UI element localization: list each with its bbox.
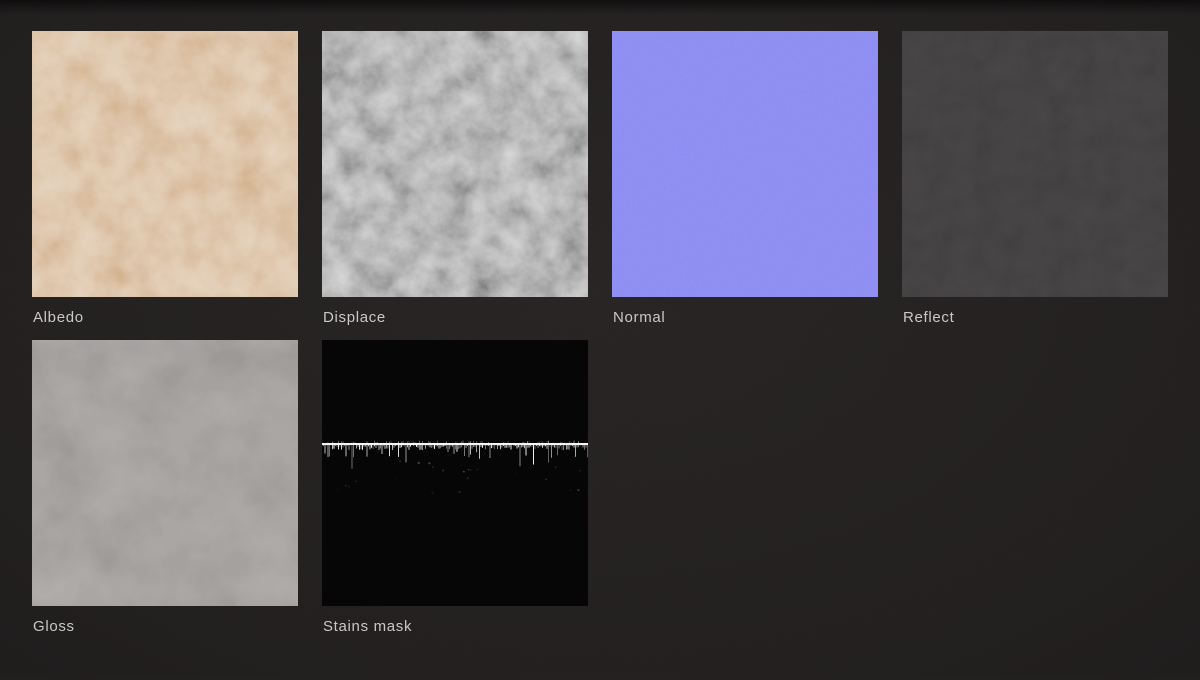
reflect-map-thumbnail[interactable] [902, 31, 1168, 297]
displace-map-label: Displace [323, 309, 386, 326]
normal-map-label: Normal [613, 309, 666, 326]
texture-cell-displace: Displace [322, 31, 588, 327]
normal-map-thumbnail[interactable] [612, 31, 878, 297]
gloss-map-label: Gloss [33, 618, 75, 635]
texture-cell-stains-mask: Stains mask [322, 340, 588, 636]
albedo-map-label: Albedo [33, 309, 84, 326]
albedo-map-thumbnail[interactable] [32, 31, 298, 297]
texture-cell-albedo: Albedo [32, 31, 298, 327]
displace-map-thumbnail[interactable] [322, 31, 588, 297]
gloss-map-thumbnail[interactable] [32, 340, 298, 606]
stains-mask-label: Stains mask [323, 618, 413, 635]
reflect-map-label: Reflect [903, 309, 955, 326]
texture-grid: Albedo Displace Normal Reflect Gloss Sta… [32, 31, 1168, 636]
texture-cell-reflect: Reflect [902, 31, 1168, 327]
stains-mask-thumbnail[interactable] [322, 340, 588, 606]
texture-cell-normal: Normal [612, 31, 878, 327]
texture-cell-gloss: Gloss [32, 340, 298, 636]
